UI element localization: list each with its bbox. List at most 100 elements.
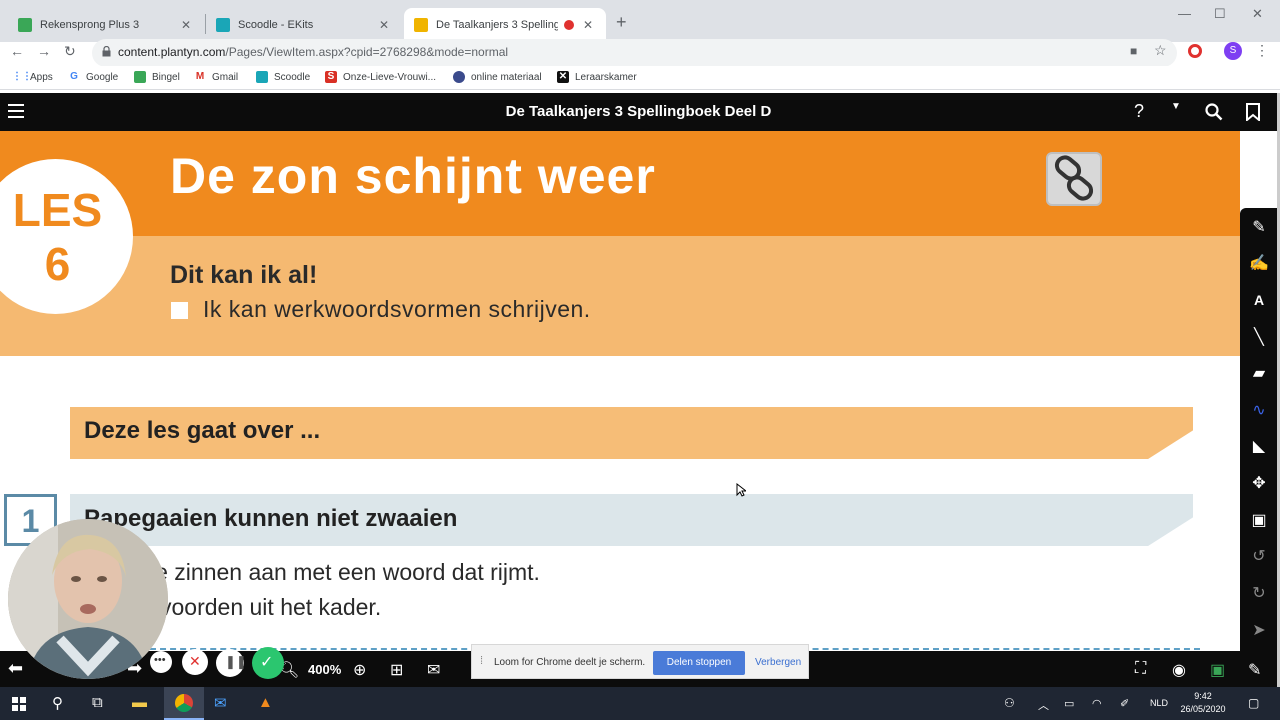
clock-time: 9:42 xyxy=(1194,691,1212,701)
loom-message: Loom for Chrome deelt je scherm. xyxy=(494,657,646,668)
bingel-favicon-icon xyxy=(18,18,32,32)
pencil-icon[interactable]: ✎ xyxy=(1240,213,1278,241)
pen-icon[interactable]: ✐ xyxy=(1120,697,1129,710)
edit-pencil-icon[interactable]: ✎ xyxy=(1248,660,1261,680)
close-tab-icon[interactable]: ✕ xyxy=(580,18,596,32)
chrome-taskbar-button[interactable] xyxy=(164,687,204,720)
previous-page-icon[interactable]: ⬅ xyxy=(8,658,23,679)
battery-icon[interactable]: ▭ xyxy=(1064,697,1074,710)
line-tool-icon[interactable]: ╲ xyxy=(1240,323,1278,351)
drag-handle-icon[interactable]: ⁞ xyxy=(480,655,483,667)
mail-icon[interactable]: ✉ xyxy=(427,660,440,680)
windows-taskbar: ⚲ ⧉ ▬ ✉ ▲ ⚇ ︿ ▭ ◠ ✐ NLD 9:42 26/05/2020 … xyxy=(0,687,1280,720)
reload-icon[interactable]: ↻ xyxy=(64,43,76,60)
pointer-icon[interactable]: ➤ xyxy=(1240,616,1278,644)
school-icon: S xyxy=(325,71,337,83)
loom-share-banner: ⁞ Loom for Chrome deelt je scherm. Delen… xyxy=(471,644,809,679)
scoodle-icon xyxy=(256,71,268,83)
people-icon[interactable]: ⚇ xyxy=(1004,696,1015,710)
highlighter-icon[interactable]: ✍ xyxy=(1240,249,1278,277)
lesson-goal-band xyxy=(0,236,1240,356)
file-explorer-icon[interactable]: ▬ xyxy=(132,694,147,711)
loom-extension-icon[interactable] xyxy=(1188,44,1202,58)
bookmark-apps[interactable]: ⋮⋮ Apps xyxy=(12,71,53,83)
apps-grid-icon: ⋮⋮ xyxy=(12,71,32,82)
vlc-icon[interactable]: ▲ xyxy=(258,694,273,711)
windows-start-icon[interactable] xyxy=(12,697,26,711)
bookmark-olv[interactable]: S Onze-Lieve-Vrouwi... xyxy=(325,71,436,83)
search-icon[interactable] xyxy=(1205,103,1223,121)
can-do-heading: Dit kan ik al! xyxy=(170,261,318,289)
menu-dots-icon[interactable]: ⋮ xyxy=(1255,42,1269,59)
task-view-icon[interactable]: ⧉ xyxy=(92,694,103,711)
image-icon[interactable]: ▣ xyxy=(1240,506,1278,534)
instruction-line-1: le zinnen aan met een woord dat rijmt. xyxy=(150,559,540,585)
stop-sharing-button[interactable]: Delen stoppen xyxy=(653,651,745,675)
app-header: De Taalkanjers 3 Spellingboek Deel D ? ▼ xyxy=(0,93,1277,131)
tab-rekensprong[interactable]: Rekensprong Plus 3 ✕ xyxy=(8,8,204,42)
book-page: LES 6 De zon schijnt weer Dit kan ik al!… xyxy=(0,131,1240,651)
goal-checkbox[interactable] xyxy=(171,302,188,319)
more-options-button[interactable]: ••• xyxy=(150,651,172,673)
redo-icon[interactable]: ↻ xyxy=(1240,579,1278,607)
hide-button[interactable]: Verbergen xyxy=(755,657,801,668)
pause-recording-button[interactable]: ❚❚ xyxy=(216,649,247,677)
help-icon[interactable]: ? xyxy=(1134,101,1144,122)
ruler-triangle-icon[interactable]: ◣ xyxy=(1240,432,1278,460)
clock[interactable]: 9:42 26/05/2020 xyxy=(1180,690,1226,716)
new-tab-button[interactable]: + xyxy=(616,12,627,33)
zoom-in-icon[interactable]: ⊕ xyxy=(353,660,366,680)
fullscreen-icon[interactable]: ⛶ xyxy=(1135,660,1146,678)
google-icon: G xyxy=(70,71,78,82)
webcam-bubble[interactable] xyxy=(8,519,168,679)
bookmark-online-materiaal[interactable]: online materiaal xyxy=(453,71,542,83)
url-text: content.plantyn.com/Pages/ViewItem.aspx?… xyxy=(118,45,508,59)
text-tool-icon[interactable]: A xyxy=(1240,286,1278,314)
dropdown-caret-icon[interactable]: ▼ xyxy=(1171,101,1181,112)
save-icon[interactable]: ▣ xyxy=(1210,660,1225,680)
url-domain: content.plantyn.com xyxy=(118,45,226,59)
maximize-icon[interactable]: ☐ xyxy=(1214,6,1226,22)
close-tab-icon[interactable]: ✕ xyxy=(178,18,194,32)
wifi-icon[interactable]: ◠ xyxy=(1092,697,1102,710)
undo-icon[interactable]: ↺ xyxy=(1240,542,1278,570)
browser-tab-strip: Rekensprong Plus 3 ✕ Scoodle - EKits ✕ D… xyxy=(0,0,1280,42)
search-icon[interactable]: ⚲ xyxy=(52,694,63,712)
forward-icon[interactable]: → xyxy=(37,43,51,59)
exercise-title: Papegaaien kunnen niet zwaaien xyxy=(84,505,458,532)
camera-icon[interactable]: ■ xyxy=(1130,44,1137,58)
close-window-icon[interactable]: ✕ xyxy=(1252,6,1263,22)
bookmark-leraarskamer[interactable]: ✕ Leraarskamer xyxy=(557,71,637,83)
tray-chevron-icon[interactable]: ︿ xyxy=(1038,697,1049,713)
recording-icon xyxy=(564,20,574,30)
close-tab-icon[interactable]: ✕ xyxy=(376,18,392,32)
grid-icon[interactable]: ⊞ xyxy=(390,660,403,680)
link-button[interactable] xyxy=(1046,152,1102,206)
bingel-icon xyxy=(134,71,146,83)
finish-recording-button[interactable]: ✓ xyxy=(252,647,284,679)
bookmark-icon[interactable] xyxy=(1246,103,1260,121)
freehand-icon[interactable]: ∿ xyxy=(1240,396,1278,424)
eraser-icon[interactable]: ▰ xyxy=(1240,359,1278,387)
notification-icon[interactable]: ▢ xyxy=(1248,696,1259,710)
language-indicator[interactable]: NLD xyxy=(1150,698,1168,708)
cancel-recording-button[interactable]: ✕ xyxy=(182,649,208,675)
minimize-icon[interactable]: — xyxy=(1178,6,1191,21)
clock-date: 26/05/2020 xyxy=(1180,704,1226,714)
tab-scoodle[interactable]: Scoodle - EKits ✕ xyxy=(206,8,402,42)
bookmark-scoodle[interactable]: Scoodle xyxy=(256,71,310,83)
tab-taalkanjers[interactable]: De Taalkanjers 3 Spellingboe ✕ xyxy=(404,8,606,42)
globe-icon xyxy=(453,71,465,83)
back-icon[interactable]: ← xyxy=(10,43,24,59)
star-icon[interactable]: ☆ xyxy=(1154,42,1167,59)
bookmark-google[interactable]: G Google xyxy=(68,71,118,83)
address-bar[interactable]: content.plantyn.com/Pages/ViewItem.aspx?… xyxy=(92,39,1177,67)
profile-avatar[interactable]: S xyxy=(1224,42,1242,60)
bookmark-bingel[interactable]: Bingel xyxy=(134,71,180,83)
bookmark-gmail[interactable]: M Gmail xyxy=(194,71,238,83)
mouse-cursor-icon xyxy=(736,483,746,497)
lesson-title: De zon schijnt weer xyxy=(170,148,656,204)
mail-app-icon[interactable]: ✉ xyxy=(214,694,227,712)
eye-icon[interactable]: ◉ xyxy=(1172,660,1186,680)
move-icon[interactable]: ✥ xyxy=(1240,469,1278,497)
